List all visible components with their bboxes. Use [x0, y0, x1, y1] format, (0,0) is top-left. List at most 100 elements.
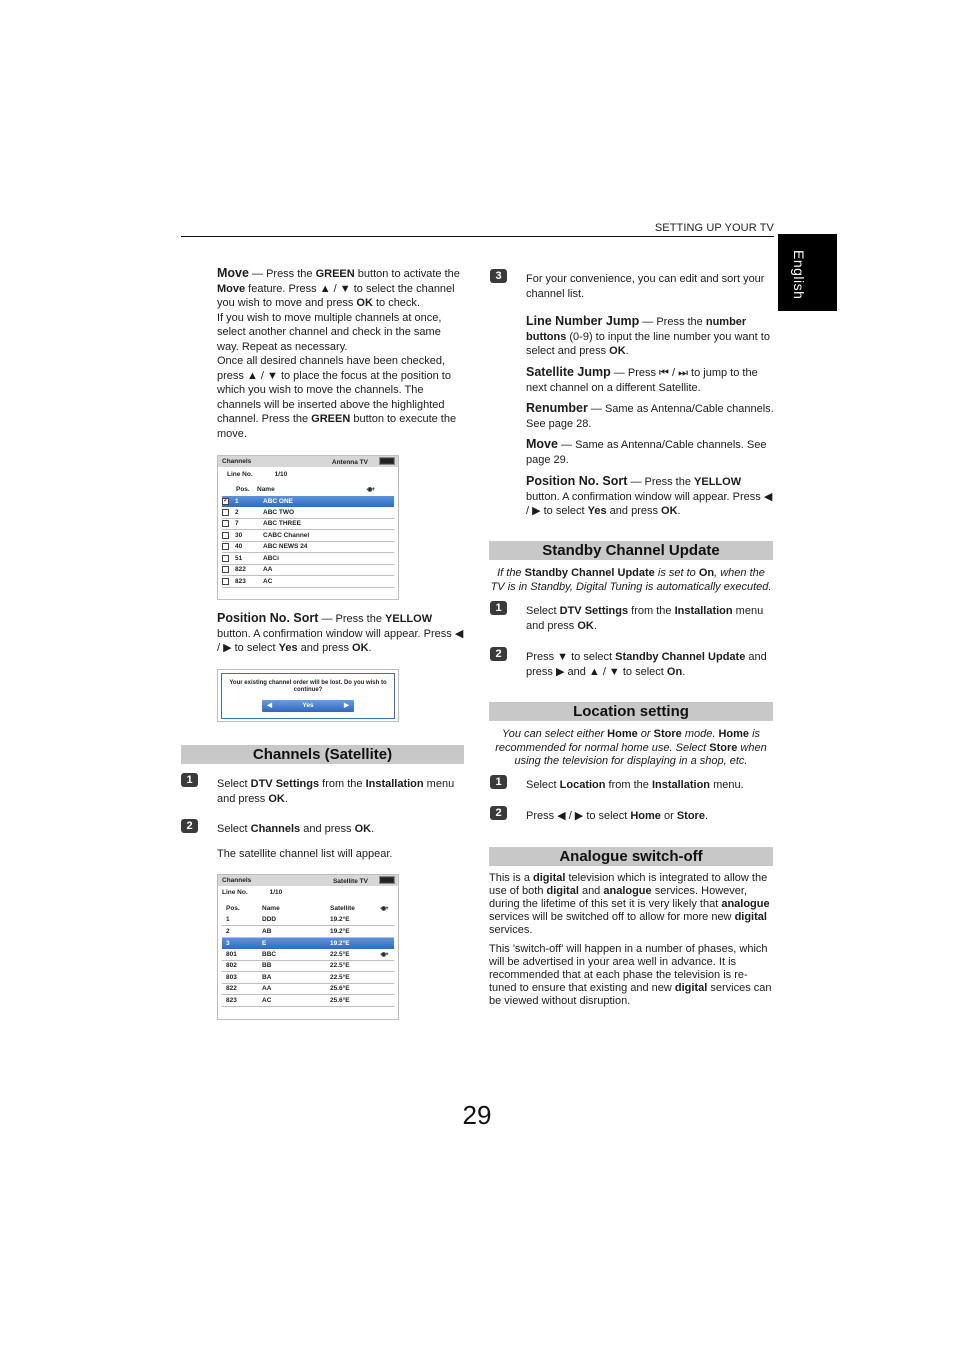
antenna-channel-screen: Channels Antenna TV Line No. 1/10 Pos. Name…: [217, 455, 399, 600]
channel-row[interactable]: 802 BB 22.5°E: [222, 961, 394, 972]
channel-row[interactable]: 30 CABC Channel: [222, 530, 394, 542]
text: — Same as Antenna/Cable channels. See pa…: [526, 439, 767, 466]
channel-name: ABC ONE: [263, 497, 293, 505]
location-step-1: Select Location from the Installation me…: [526, 778, 774, 793]
move-description: Move — Press the GREEN button to activat…: [217, 266, 465, 441]
text: Store: [676, 810, 705, 822]
text: — Press the: [639, 316, 706, 328]
step-badge-2: 2: [181, 819, 198, 833]
channel-row[interactable]: 2 AB 19.2°E: [222, 926, 394, 938]
section-title-location: Location setting: [489, 702, 773, 721]
channel-checkbox[interactable]: [222, 566, 229, 574]
channel-row[interactable]: 1 DDD 19.2°E: [222, 915, 394, 926]
col-pos: Pos.: [226, 905, 240, 913]
text: and press: [606, 505, 662, 517]
channel-row[interactable]: 803 BA 22.5°E: [222, 972, 394, 984]
channel-checkbox[interactable]: [222, 508, 229, 516]
text: Installation: [651, 779, 711, 791]
channel-checkbox[interactable]: [222, 554, 229, 562]
text: analogue: [603, 885, 652, 897]
text: On: [666, 665, 683, 678]
line-no-value: 1/10: [274, 471, 288, 478]
screen-title: Channels: [222, 877, 252, 884]
satellite-step-1: Select DTV Settings from the Installatio…: [217, 777, 465, 806]
channel-checkbox[interactable]: [222, 577, 229, 585]
text: Home: [607, 728, 638, 740]
channel-row[interactable]: 2 ABC TWO: [222, 507, 394, 519]
text: .: [368, 642, 372, 654]
location-step-2: Press ◀ / ▶ to select Home or Store.: [526, 809, 774, 824]
standby-step-1: Select DTV Settings from the Installatio…: [526, 604, 774, 633]
location-intro: You can select either Home or Store mode…: [489, 728, 773, 769]
term: Move: [526, 437, 558, 451]
channel-checkbox[interactable]: [222, 520, 229, 528]
channel-row[interactable]: 823 AC: [222, 576, 394, 588]
yellow-key: YELLOW: [385, 613, 433, 625]
channel-row[interactable]: 3 E 19.2°E: [222, 937, 394, 949]
channel-checkbox[interactable]: [222, 531, 229, 539]
channel-pos: 822: [235, 566, 246, 574]
text: Select: [526, 605, 560, 617]
header-rule: [181, 236, 774, 237]
channel-row[interactable]: 822 AA 25.6°E: [222, 984, 394, 995]
channel-name: ABC NEWS 24: [263, 543, 308, 551]
channel-row[interactable]: 51 ABCi: [222, 553, 394, 565]
dialog-message: Your existing channel order will be lost…: [229, 680, 387, 693]
page-number: 29: [462, 1100, 492, 1130]
text: and press: [300, 823, 355, 835]
text: Channels: [250, 823, 301, 835]
yes-option-button[interactable]: ◀ Yes ▶: [262, 700, 354, 712]
channel-row[interactable]: 822 AA: [222, 565, 394, 576]
text: Installation: [365, 778, 424, 790]
step-badge-1: 1: [490, 775, 507, 789]
text: from the: [628, 605, 675, 617]
term: Position No. Sort: [526, 474, 628, 488]
text: — Press the: [318, 613, 386, 625]
satellite-icon: -◉+: [380, 906, 389, 913]
language-tab-label: English: [791, 250, 807, 300]
text: Press ▼ to select: [526, 651, 616, 663]
confirm-dialog: Your existing channel order will be lost…: [217, 669, 399, 722]
col-name: Name: [257, 486, 275, 494]
channel-checkbox[interactable]: [222, 496, 229, 505]
analogue-body: This is a digital television which is in…: [489, 872, 774, 1008]
step-badge-2: 2: [490, 806, 507, 820]
channel-row[interactable]: 1 ABC ONE: [222, 495, 394, 507]
text: services.: [489, 924, 533, 936]
move-right: Move — Same as Antenna/Cable channels. S…: [526, 437, 774, 467]
move-multiple: If you wish to move multiple channels at…: [217, 311, 442, 353]
text: .: [593, 619, 597, 632]
channel-name: DDD: [262, 916, 277, 924]
text: On: [698, 567, 715, 579]
text: Store: [653, 728, 682, 740]
text: — Press the: [248, 268, 316, 280]
text: OK: [609, 345, 626, 357]
channel-name: AC: [262, 996, 272, 1004]
col-pos: Pos.: [236, 486, 250, 494]
channel-name: E: [262, 939, 267, 947]
text: Home: [630, 810, 661, 822]
channel-checkbox[interactable]: [222, 543, 229, 551]
language-tab: English: [778, 234, 837, 311]
ok-key: OK: [352, 642, 369, 654]
channel-name: ABC THREE: [263, 520, 301, 528]
channel-name: BA: [262, 973, 272, 981]
satellite-jump: Satellite Jump — Press ⏮ / ⏭ to jump to …: [526, 365, 774, 395]
channel-row[interactable]: 801 BBC 22.5°E -◉+: [222, 949, 394, 961]
screen-title: Channels: [222, 458, 252, 465]
channel-satellite: 25.6°E: [330, 985, 350, 993]
channel-row[interactable]: 823 AC 25.6°E: [222, 995, 394, 1007]
text: digital: [533, 872, 566, 884]
channel-pos: 823: [226, 996, 237, 1004]
left-arrow-icon: ◀: [267, 702, 272, 709]
text: This is a: [489, 872, 534, 884]
text: Yes: [587, 505, 607, 517]
text: digital: [546, 885, 579, 897]
text: OK: [577, 619, 594, 632]
channel-row[interactable]: 7 ABC THREE: [222, 519, 394, 530]
step-3-intro: For your convenience, you can edit and s…: [526, 272, 774, 301]
text: Select: [217, 778, 251, 790]
text: or: [660, 810, 677, 822]
term: Renumber: [526, 401, 588, 415]
channel-row[interactable]: 40 ABC NEWS 24: [222, 542, 394, 553]
